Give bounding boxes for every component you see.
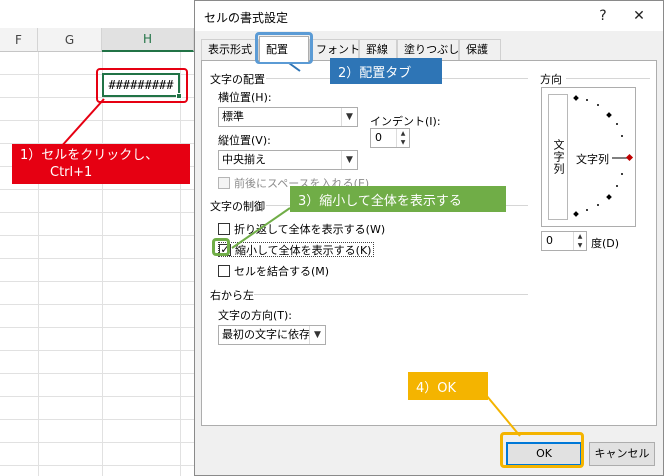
callout-4-arrow — [485, 394, 521, 437]
callout-1: 1）セルをクリックし、 Ctrl+1 — [12, 144, 190, 184]
callout-3-arrow — [231, 207, 291, 249]
callout-2: 2）配置タブ — [330, 58, 442, 84]
callout-4: 4）OK — [408, 372, 488, 400]
callout-1-line2: Ctrl+1 — [50, 165, 93, 180]
callout-1-arrow — [59, 98, 105, 149]
callout-4-highlight — [500, 432, 584, 468]
callout-3: 3）縮小して全体を表示する — [290, 186, 506, 212]
callout-3-highlight — [212, 238, 230, 256]
callout-1-line1: 1）セルをクリックし、 — [20, 148, 159, 163]
tab-alignment[interactable]: 配置 — [259, 36, 309, 62]
